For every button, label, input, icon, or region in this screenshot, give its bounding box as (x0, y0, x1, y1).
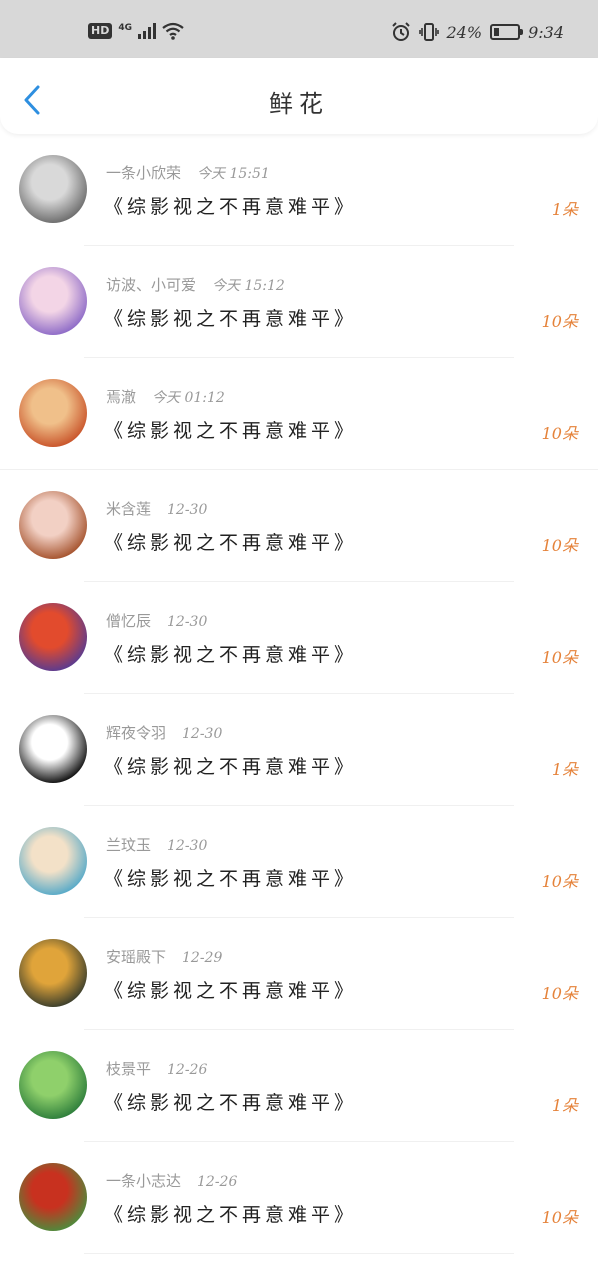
book-title: 《综影视之不再意难平》 (104, 756, 358, 778)
status-left: HD 4G (88, 22, 184, 40)
sender-meta: 安瑶殿下 12-29 (106, 946, 222, 967)
send-time: 今天 01:12 (152, 390, 225, 406)
avatar[interactable] (19, 155, 87, 223)
list-item[interactable]: 一条小欣荣 今天 15:51 《综影视之不再意难平》 1朵 (0, 134, 598, 246)
book-title: 《综影视之不再意难平》 (104, 868, 358, 890)
list-item[interactable]: 僧忆辰 12-30 《综影视之不再意难平》 10朵 (0, 582, 598, 694)
send-time: 今天 15:12 (212, 278, 285, 294)
sender-name: 兰玟玉 (106, 836, 152, 854)
flower-count: 1朵 (551, 200, 578, 219)
divider (84, 1253, 514, 1254)
battery-level (494, 28, 500, 36)
flower-count: 10朵 (541, 1208, 578, 1227)
send-time: 12-30 (167, 614, 208, 630)
avatar[interactable] (19, 715, 87, 783)
book-title: 《综影视之不再意难平》 (104, 1204, 358, 1226)
network-type: 4G (118, 23, 132, 33)
avatar[interactable] (19, 267, 87, 335)
sender-meta: 兰玟玉 12-30 (106, 834, 207, 855)
sender-name: 米含莲 (106, 500, 152, 518)
book-title: 《综影视之不再意难平》 (104, 308, 358, 330)
battery-percent: 24% (446, 22, 483, 42)
flower-count: 10朵 (541, 984, 578, 1003)
book-title: 《综影视之不再意难平》 (104, 532, 358, 554)
flower-count: 10朵 (541, 872, 578, 891)
nav-bar: 鲜花 (0, 58, 598, 134)
list-item[interactable]: 枝景平 12-26 《综影视之不再意难平》 1朵 (0, 1030, 598, 1142)
list-item[interactable]: 访波、小可爱 今天 15:12 《综影视之不再意难平》 10朵 (0, 246, 598, 358)
battery-icon (490, 24, 524, 40)
send-time: 12-30 (182, 726, 223, 742)
status-bar: HD 4G 24% 9:34 (0, 0, 598, 58)
sender-name: 僧忆辰 (106, 612, 152, 630)
flower-count: 10朵 (541, 424, 578, 443)
sender-meta: 枝景平 12-26 (106, 1058, 207, 1079)
alarm-icon (391, 22, 410, 41)
sender-meta: 访波、小可爱 今天 15:12 (106, 274, 285, 295)
list-item[interactable]: 焉澈 今天 01:12 《综影视之不再意难平》 10朵 (0, 358, 598, 470)
avatar[interactable] (19, 491, 87, 559)
page-title: 鲜花 (269, 90, 329, 118)
send-time: 今天 15:51 (197, 166, 270, 182)
book-title: 《综影视之不再意难平》 (104, 1092, 358, 1114)
list-item[interactable]: 米含莲 12-30 《综影视之不再意难平》 10朵 (0, 470, 598, 582)
sender-meta: 僧忆辰 12-30 (106, 610, 207, 631)
sender-meta: 一条小欣荣 今天 15:51 (106, 162, 270, 183)
send-time: 12-26 (197, 1174, 238, 1190)
vibrate-icon (418, 23, 439, 41)
flower-count: 1朵 (551, 1096, 578, 1115)
sender-name: 访波、小可爱 (106, 276, 197, 294)
hd-badge: HD (88, 23, 113, 39)
status-right: 24% 9:34 (391, 22, 564, 42)
avatar[interactable] (19, 379, 87, 447)
flower-count: 1朵 (551, 760, 578, 779)
book-title: 《综影视之不再意难平》 (104, 644, 358, 666)
book-title: 《综影视之不再意难平》 (104, 420, 358, 442)
avatar[interactable] (19, 827, 87, 895)
sender-name: 辉夜令羽 (106, 724, 167, 742)
avatar[interactable] (19, 1051, 87, 1119)
avatar[interactable] (19, 939, 87, 1007)
flower-count: 10朵 (541, 648, 578, 667)
send-time: 12-30 (167, 502, 208, 518)
list-item[interactable]: 兰玟玉 12-30 《综影视之不再意难平》 10朵 (0, 806, 598, 918)
send-time: 12-26 (167, 1062, 208, 1078)
book-title: 《综影视之不再意难平》 (104, 980, 358, 1002)
sender-name: 枝景平 (106, 1060, 152, 1078)
clock: 9:34 (528, 22, 564, 42)
list-item[interactable]: 安瑶殿下 12-29 《综影视之不再意难平》 10朵 (0, 918, 598, 1030)
flower-count: 10朵 (541, 536, 578, 555)
sender-meta: 米含莲 12-30 (106, 498, 207, 519)
list-item[interactable]: 辉夜令羽 12-30 《综影视之不再意难平》 1朵 (0, 694, 598, 806)
sender-name: 焉澈 (106, 388, 137, 406)
sender-name: 一条小欣荣 (106, 164, 182, 182)
avatar[interactable] (19, 603, 87, 671)
sender-meta: 辉夜令羽 12-30 (106, 722, 222, 743)
flower-count: 10朵 (541, 312, 578, 331)
sender-meta: 焉澈 今天 01:12 (106, 386, 225, 407)
sender-name: 安瑶殿下 (106, 948, 167, 966)
book-title: 《综影视之不再意难平》 (104, 196, 358, 218)
sender-name: 一条小志达 (106, 1172, 182, 1190)
send-time: 12-29 (182, 950, 223, 966)
list-item[interactable]: 一条小志达 12-26 《综影视之不再意难平》 10朵 (0, 1142, 598, 1254)
avatar[interactable] (19, 1163, 87, 1231)
gift-record-list: 一条小欣荣 今天 15:51 《综影视之不再意难平》 1朵 访波、小可爱 今天 15:12… (0, 134, 598, 1254)
send-time: 12-30 (167, 838, 208, 854)
signal-icon (138, 23, 156, 39)
wifi-icon (162, 22, 184, 40)
sender-meta: 一条小志达 12-26 (106, 1170, 237, 1191)
